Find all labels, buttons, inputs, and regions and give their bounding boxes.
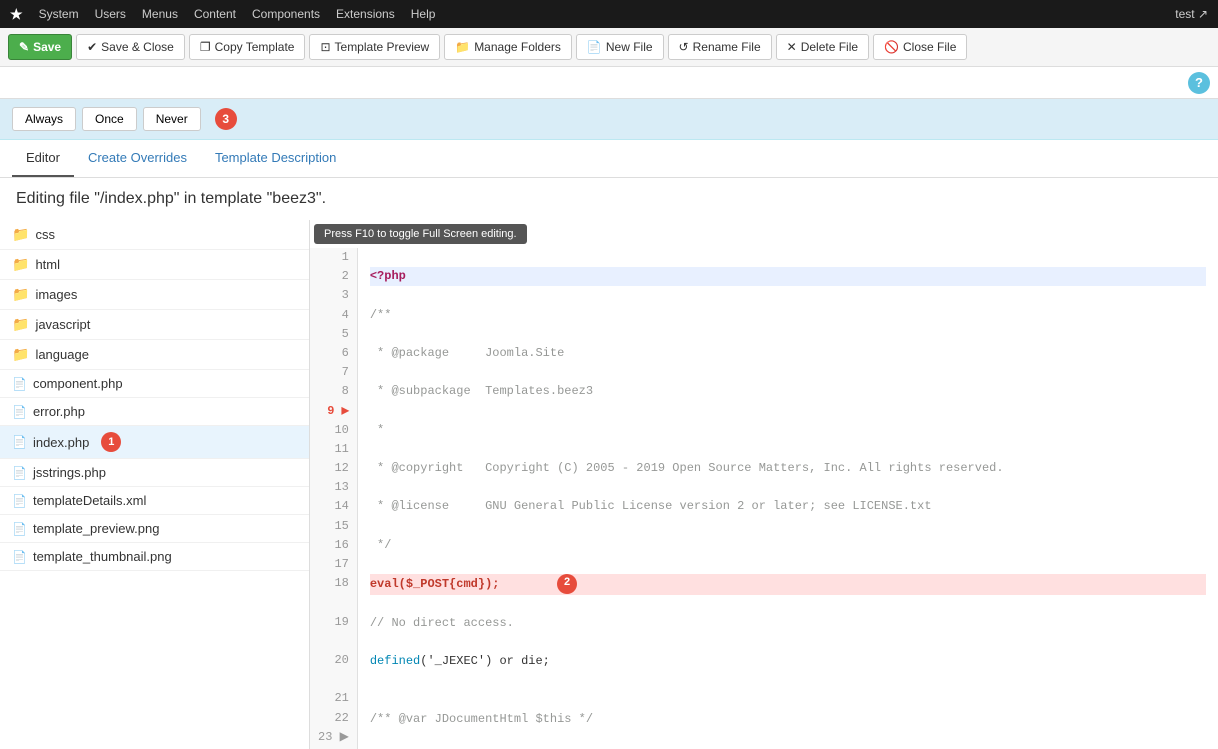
- toggle-bar: Always Once Never 3: [0, 99, 1218, 140]
- folder-icon: 📁: [12, 226, 29, 243]
- annotation-2: 2: [557, 574, 577, 594]
- close-file-button[interactable]: 🚫 Close File: [873, 34, 967, 60]
- fullscreen-hint: Press F10 to toggle Full Screen editing.: [314, 224, 527, 244]
- nav-menus[interactable]: Menus: [142, 7, 178, 21]
- folder-label: css: [35, 227, 55, 242]
- folder-icon: 📁: [12, 256, 29, 273]
- code-text[interactable]: <?php /** * @package Joomla.Site * @subp…: [358, 248, 1218, 749]
- file-tree-sidebar: 📁 css 📁 html 📁 images 📁 javascript 📁 lan…: [0, 220, 310, 749]
- manage-folders-button[interactable]: 📁 Manage Folders: [444, 34, 572, 60]
- file-icon: 📄: [12, 435, 27, 449]
- once-button[interactable]: Once: [82, 107, 137, 131]
- sidebar-file-template-thumbnail-png[interactable]: 📄 template_thumbnail.png: [0, 543, 309, 571]
- logo-icon: ★: [10, 6, 23, 23]
- save-label: Save: [33, 40, 61, 54]
- toolbar: ✎ Save ✔ Save & Close ❐ Copy Template ⊡ …: [0, 28, 1218, 67]
- close-file-label: Close File: [903, 40, 956, 54]
- file-icon: 📄: [12, 522, 27, 536]
- close-icon: 🚫: [884, 40, 899, 54]
- nav-system[interactable]: System: [39, 7, 79, 21]
- file-icon: 📄: [12, 494, 27, 508]
- delete-icon: ✕: [787, 40, 797, 54]
- file-label: error.php: [33, 404, 85, 419]
- tabs: Editor Create Overrides Template Descrip…: [0, 140, 1218, 178]
- manage-folders-label: Manage Folders: [474, 40, 561, 54]
- code-container: 1 2 3 4 5 6 7 8 9 ▶ 10 11 12 13 14 15 16…: [310, 248, 1218, 749]
- nav-extensions[interactable]: Extensions: [336, 7, 395, 21]
- tab-editor[interactable]: Editor: [12, 140, 74, 177]
- sidebar-folder-language[interactable]: 📁 language: [0, 340, 309, 370]
- folder-label: javascript: [35, 317, 90, 332]
- file-label: component.php: [33, 376, 123, 391]
- rename-file-button[interactable]: ↺ Rename File: [668, 34, 772, 60]
- template-preview-button[interactable]: ⊡ Template Preview: [309, 34, 440, 60]
- copy-template-label: Copy Template: [215, 40, 295, 54]
- file-label: template_thumbnail.png: [33, 549, 172, 564]
- tab-template-description[interactable]: Template Description: [201, 140, 350, 177]
- annotation-1: 1: [101, 432, 121, 452]
- sidebar-file-templatedetails-xml[interactable]: 📄 templateDetails.xml: [0, 487, 309, 515]
- nav-users[interactable]: Users: [95, 7, 126, 21]
- preview-icon: ⊡: [320, 40, 330, 54]
- file-label: template_preview.png: [33, 521, 159, 536]
- folder-icon: 📁: [12, 346, 29, 363]
- sidebar-folder-images[interactable]: 📁 images: [0, 280, 309, 310]
- sidebar-file-component-php[interactable]: 📄 component.php: [0, 370, 309, 398]
- file-icon: 📄: [12, 550, 27, 564]
- file-label: jsstrings.php: [33, 465, 106, 480]
- sidebar-file-template-preview-png[interactable]: 📄 template_preview.png: [0, 515, 309, 543]
- never-button[interactable]: Never: [143, 107, 201, 131]
- sidebar-folder-html[interactable]: 📁 html: [0, 250, 309, 280]
- delete-file-button[interactable]: ✕ Delete File: [776, 34, 869, 60]
- always-button[interactable]: Always: [12, 107, 76, 131]
- rename-file-label: Rename File: [693, 40, 761, 54]
- sidebar-folder-javascript[interactable]: 📁 javascript: [0, 310, 309, 340]
- save-close-label: Save & Close: [101, 40, 174, 54]
- help-icon[interactable]: ?: [1188, 72, 1210, 94]
- sidebar-folder-css[interactable]: 📁 css: [0, 220, 309, 250]
- file-icon: 📄: [12, 405, 27, 419]
- nav-components[interactable]: Components: [252, 7, 320, 21]
- file-label: templateDetails.xml: [33, 493, 146, 508]
- sidebar-file-error-php[interactable]: 📄 error.php: [0, 398, 309, 426]
- folder-icon: 📁: [12, 286, 29, 303]
- save-close-button[interactable]: ✔ Save & Close: [76, 34, 185, 60]
- file-icon: 📄: [12, 377, 27, 391]
- save-button[interactable]: ✎ Save: [8, 34, 72, 60]
- folder-label: language: [35, 347, 89, 362]
- folder-label: images: [35, 287, 77, 302]
- folder-label: html: [35, 257, 60, 272]
- copy-template-button[interactable]: ❐ Copy Template: [189, 34, 306, 60]
- folder-icon: 📁: [12, 316, 29, 333]
- nav-help[interactable]: Help: [411, 7, 436, 21]
- annotation-3: 3: [215, 108, 237, 130]
- nav-user[interactable]: test ↗: [1175, 7, 1208, 21]
- sidebar-file-index-php[interactable]: 📄 index.php 1: [0, 426, 309, 459]
- sidebar-file-jsstrings-php[interactable]: 📄 jsstrings.php: [0, 459, 309, 487]
- file-icon: 📄: [12, 466, 27, 480]
- main-content: 📁 css 📁 html 📁 images 📁 javascript 📁 lan…: [0, 220, 1218, 749]
- new-file-button[interactable]: 📄 New File: [576, 34, 664, 60]
- file-label: index.php: [33, 435, 89, 450]
- new-file-label: New File: [606, 40, 653, 54]
- line-numbers: 1 2 3 4 5 6 7 8 9 ▶ 10 11 12 13 14 15 16…: [310, 248, 358, 749]
- code-editor[interactable]: Press F10 to toggle Full Screen editing.…: [310, 220, 1218, 749]
- page-title: Editing file "/index.php" in template "b…: [0, 178, 1218, 220]
- template-preview-label: Template Preview: [335, 40, 430, 54]
- folder-icon: 📁: [455, 40, 470, 54]
- check-icon: ✔: [87, 40, 97, 54]
- rename-icon: ↺: [679, 40, 689, 54]
- delete-file-label: Delete File: [801, 40, 858, 54]
- copy-icon: ❐: [200, 40, 211, 54]
- top-navigation: ★ System Users Menus Content Components …: [0, 0, 1218, 28]
- new-file-icon: 📄: [587, 40, 602, 54]
- save-icon: ✎: [19, 40, 29, 54]
- help-bar: ?: [0, 67, 1218, 99]
- tab-create-overrides[interactable]: Create Overrides: [74, 140, 201, 177]
- nav-content[interactable]: Content: [194, 7, 236, 21]
